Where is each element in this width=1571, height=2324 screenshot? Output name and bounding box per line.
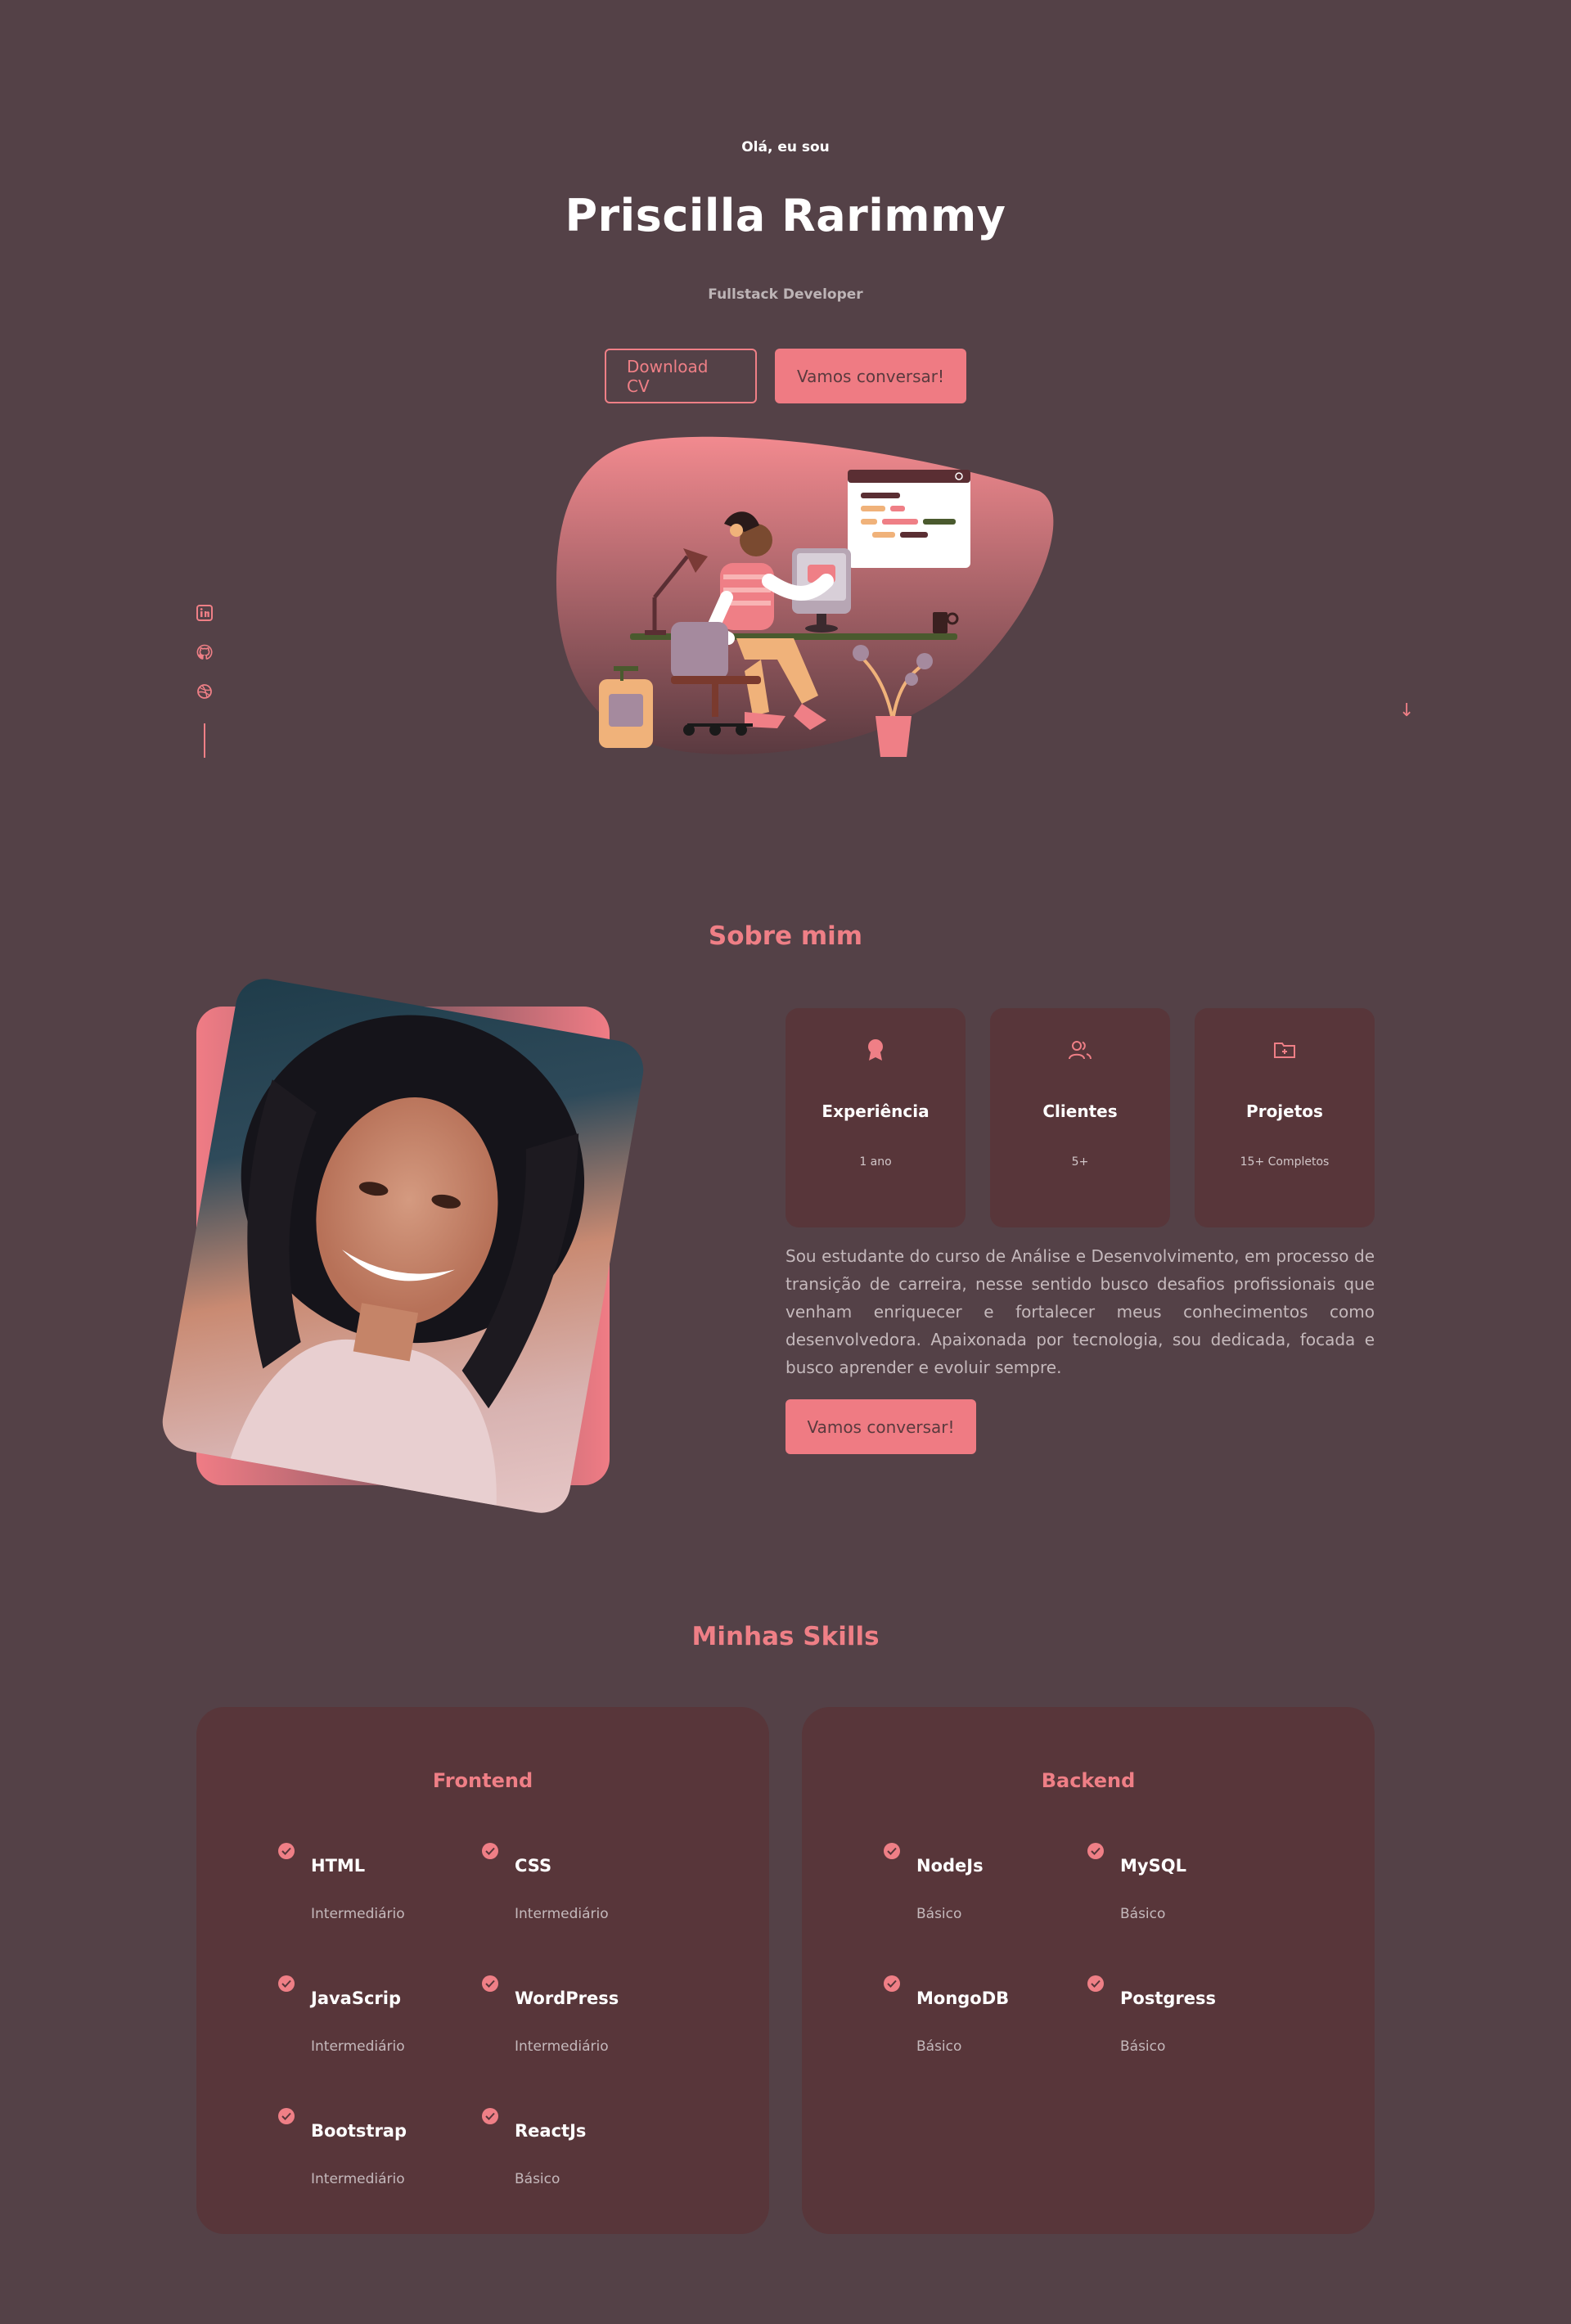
download-cv-button[interactable]: Download CV [605, 349, 757, 403]
check-circle-icon [1087, 1975, 1104, 1992]
panel-title: Frontend [432, 1769, 533, 1792]
skill-item: WordPress Intermediário [482, 1975, 678, 2065]
card-title: Experiência [822, 1101, 930, 1121]
linkedin-icon[interactable] [194, 602, 215, 624]
skill-level: Intermediário [311, 2171, 405, 2187]
check-circle-icon [482, 1843, 498, 1859]
skill-name: NodeJs [916, 1856, 984, 1876]
skill-level: Básico [916, 2038, 962, 2055]
skill-name: Postgress [1120, 1988, 1216, 2008]
skill-level: Intermediário [311, 1906, 405, 1922]
hero-greeting: Olá, eu sou [741, 139, 830, 155]
card-value: 1 ano [859, 1155, 892, 1169]
check-circle-icon [482, 2108, 498, 2124]
skill-item: MySQL Básico [1087, 1843, 1284, 1933]
hero-name: Priscilla Rarimmy [565, 190, 1006, 241]
about-description: Sou estudante do curso de Análise e Dese… [786, 1246, 1375, 1377]
skill-name: Bootstrap [311, 2121, 407, 2141]
skill-name: CSS [515, 1856, 552, 1876]
skill-item: MongoDB Básico [884, 1975, 1080, 2065]
skill-item: Postgress Básico [1087, 1975, 1284, 2065]
profile-photo-frame [158, 974, 648, 1518]
skill-level: Básico [1120, 1906, 1166, 1922]
folder-icon [1272, 1038, 1297, 1062]
hero-buttons: Download CV Vamos conversar! [0, 349, 1571, 403]
skill-level: Intermediário [515, 2038, 609, 2055]
skill-item: Bootstrap Intermediário [278, 2108, 475, 2198]
card-title: Clientes [1042, 1101, 1118, 1121]
skill-name: WordPress [515, 1988, 619, 2008]
skill-level: Básico [916, 1906, 962, 1922]
profile-photo [158, 974, 648, 1518]
skills-title: Minhas Skills [691, 1622, 880, 1651]
hero-section: Olá, eu sou Priscilla Rarimmy Fullstack … [0, 0, 1571, 786]
check-circle-icon [884, 1975, 900, 1992]
skill-item: JavaScrip Intermediário [278, 1975, 475, 2065]
card-title: Projetos [1246, 1101, 1323, 1121]
skill-name: MySQL [1120, 1856, 1186, 1876]
dribbble-icon[interactable] [194, 681, 215, 702]
experience-card: Experiência 1 ano [786, 1008, 966, 1227]
about-contact-button[interactable]: Vamos conversar! [786, 1399, 976, 1454]
clients-card: Clientes 5+ [990, 1008, 1170, 1227]
skill-item: CSS Intermediário [482, 1843, 678, 1933]
social-links [193, 602, 216, 758]
github-icon[interactable] [194, 642, 215, 663]
skill-name: HTML [311, 1856, 366, 1876]
skill-level: Intermediário [311, 2038, 405, 2055]
about-cards: Experiência 1 ano Clientes 5+ Projetos 1… [786, 1008, 1375, 1227]
about-title: Sobre mim [708, 921, 863, 951]
card-value: 5+ [1071, 1155, 1089, 1169]
skill-item: ReactJs Básico [482, 2108, 678, 2198]
scroll-down-icon[interactable]: ↓ [1399, 700, 1414, 721]
skill-name: MongoDB [916, 1988, 1010, 2008]
skill-level: Intermediário [515, 1906, 609, 1922]
award-icon [863, 1038, 888, 1062]
check-circle-icon [278, 2108, 295, 2124]
social-divider [204, 723, 205, 758]
users-icon [1068, 1038, 1092, 1062]
check-circle-icon [278, 1975, 295, 1992]
skill-level: Básico [515, 2171, 560, 2187]
contact-button[interactable]: Vamos conversar! [775, 349, 966, 403]
backend-skills-panel: Backend NodeJs Básico MySQL Básico Mongo… [802, 1707, 1375, 2234]
check-circle-icon [482, 1975, 498, 1992]
projects-card: Projetos 15+ Completos [1195, 1008, 1375, 1227]
check-circle-icon [1087, 1843, 1104, 1859]
hero-role: Fullstack Developer [708, 286, 863, 303]
check-circle-icon [278, 1843, 295, 1859]
skill-item: NodeJs Básico [884, 1843, 1080, 1933]
panel-title: Backend [1041, 1769, 1136, 1792]
skill-level: Básico [1120, 2038, 1166, 2055]
skill-name: ReactJs [515, 2121, 587, 2141]
frontend-skills-panel: Frontend HTML Intermediário CSS Intermed… [196, 1707, 769, 2234]
skill-item: HTML Intermediário [278, 1843, 475, 1933]
developer-illustration [556, 436, 1054, 757]
check-circle-icon [884, 1843, 900, 1859]
card-value: 15+ Completos [1240, 1155, 1330, 1169]
skill-name: JavaScrip [311, 1988, 402, 2008]
